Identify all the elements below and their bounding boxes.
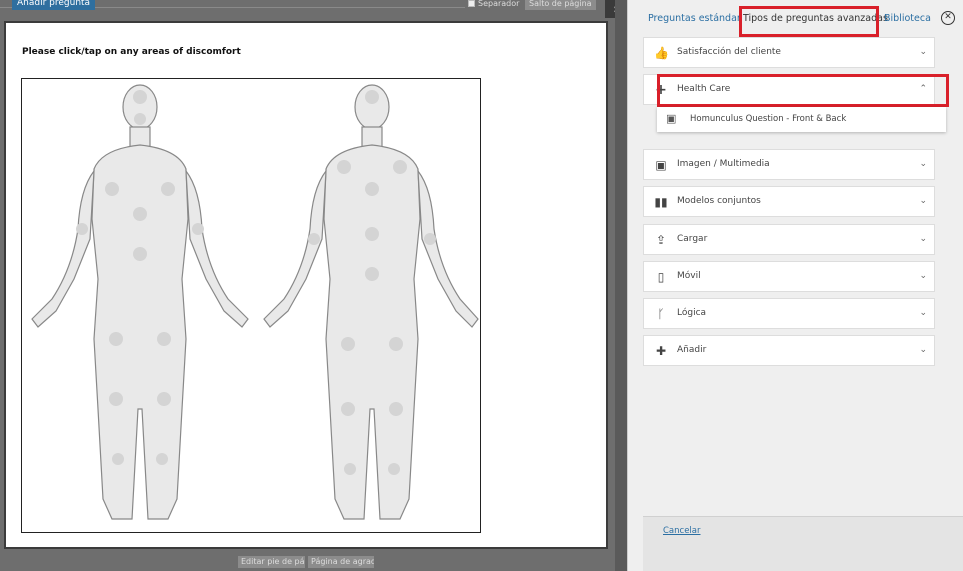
hotspot[interactable]	[192, 223, 204, 235]
body-diagram[interactable]	[22, 79, 480, 532]
hotspot[interactable]	[341, 402, 355, 416]
category-conjoint[interactable]: ▮▮ Modelos conjuntos ⌄	[643, 186, 935, 217]
category-image-multimedia[interactable]: ▣ Imagen / Multimedia ⌄	[643, 149, 935, 180]
chevron-down-icon: ⌄	[919, 308, 927, 318]
edit-footer-button[interactable]: Editar pie de pág	[238, 556, 305, 568]
chevron-down-icon: ⌄	[919, 345, 927, 355]
question-canvas: Please click/tap on any areas of discomf…	[4, 21, 608, 549]
separator-label: Separador	[478, 0, 520, 8]
hotspot[interactable]	[389, 402, 403, 416]
image-icon: ▣	[666, 112, 677, 125]
hotspot[interactable]	[76, 223, 88, 235]
footer-actions: Editar pie de pág Página de agrade	[238, 556, 374, 568]
category-label: Imagen / Multimedia	[677, 159, 770, 169]
front-neck	[129, 126, 151, 148]
chevron-down-icon: ⌄	[919, 159, 927, 169]
category-label: Lógica	[677, 308, 707, 318]
homunculus-image[interactable]	[21, 78, 481, 533]
front-torso-legs[interactable]	[91, 144, 189, 520]
category-logic[interactable]: ᚴ Lógica ⌄	[643, 298, 935, 329]
hotspot[interactable]	[389, 337, 403, 351]
image-icon: ▣	[655, 158, 667, 172]
hotspot[interactable]	[156, 453, 168, 465]
question-title: Please click/tap on any areas of discomf…	[22, 47, 241, 57]
category-customer-satisfaction[interactable]: 👍 Satisfacción del cliente ⌄	[643, 37, 935, 68]
add-thankyou-page-button[interactable]: Página de agrade	[308, 556, 374, 568]
chevron-down-icon: ⌄	[919, 196, 927, 206]
hotspot[interactable]	[393, 160, 407, 174]
health-care-submenu: ▣ Homunculus Question - Front & Back	[657, 107, 946, 132]
hotspot[interactable]	[157, 332, 171, 346]
survey-editor: Añadir pregunta Separador Salto de págin…	[0, 0, 627, 571]
logic-icon: ᚴ	[657, 307, 665, 321]
hotspot[interactable]	[112, 453, 124, 465]
homunculus-question-item[interactable]: Homunculus Question - Front & Back	[690, 114, 846, 124]
hotspot[interactable]	[365, 182, 379, 196]
hotspot[interactable]	[105, 182, 119, 196]
category-label: Satisfacción del cliente	[677, 47, 781, 57]
category-label: Móvil	[677, 271, 701, 281]
category-mobile[interactable]: ▯ Móvil ⌄	[643, 261, 935, 292]
puzzle-icon: ✚	[655, 344, 667, 358]
front-left-arm[interactable]	[185, 169, 249, 328]
back-right-arm[interactable]	[263, 169, 327, 328]
hotspot[interactable]	[365, 227, 379, 241]
panel-tabs: Preguntas estándar Tipos de preguntas av…	[628, 0, 963, 37]
back-torso-legs[interactable]	[323, 144, 421, 520]
hotspot[interactable]	[337, 160, 351, 174]
hotspot[interactable]	[109, 332, 123, 346]
thumbs-up-icon: 👍	[654, 46, 669, 60]
conjoint-icon: ▮▮	[654, 195, 668, 209]
tab-library[interactable]: Biblioteca	[884, 13, 931, 24]
category-add[interactable]: ✚ Añadir ⌄	[643, 335, 935, 366]
close-icon[interactable]: ✕	[941, 11, 955, 25]
category-label: Añadir	[677, 345, 707, 355]
category-label: Cargar	[677, 234, 708, 244]
tab-standard-questions[interactable]: Preguntas estándar	[648, 13, 741, 24]
tab-highlight-box	[739, 6, 879, 37]
cancel-link[interactable]: Cancelar	[663, 526, 701, 536]
add-question-button[interactable]: Añadir pregunta	[12, 0, 96, 10]
page-break-button[interactable]: Salto de página	[525, 0, 596, 10]
question-toolbar: Añadir pregunta Separador Salto de págin…	[0, 0, 615, 10]
chevron-down-icon: ⌄	[919, 234, 927, 244]
category-upload[interactable]: ⇪ Cargar ⌄	[643, 224, 935, 255]
separator-toggle[interactable]: Separador	[468, 0, 519, 8]
hotspot[interactable]	[134, 113, 146, 125]
back-neck	[361, 126, 383, 148]
hotspot[interactable]	[308, 233, 320, 245]
hotspot[interactable]	[133, 247, 147, 261]
panel-footer: Cancelar	[643, 516, 963, 571]
hotspot[interactable]	[365, 267, 379, 281]
chevron-down-icon: ⌄	[919, 47, 927, 57]
hotspot[interactable]	[109, 392, 123, 406]
hotspot[interactable]	[157, 392, 171, 406]
hotspot[interactable]	[133, 90, 147, 104]
upload-icon: ⇪	[655, 233, 667, 247]
hotspot[interactable]	[365, 90, 379, 104]
separator-checkbox[interactable]	[468, 0, 475, 7]
panel-divider	[615, 0, 627, 571]
hotspot[interactable]	[424, 233, 436, 245]
hotspot[interactable]	[341, 337, 355, 351]
category-label: Modelos conjuntos	[677, 196, 761, 206]
health-care-highlight-box	[657, 74, 949, 107]
back-left-arm[interactable]	[417, 169, 479, 328]
chevron-down-icon: ⌄	[919, 271, 927, 281]
mobile-icon: ▯	[657, 270, 665, 284]
hotspot[interactable]	[161, 182, 175, 196]
front-right-arm[interactable]	[31, 169, 95, 328]
hotspot[interactable]	[388, 463, 400, 475]
hotspot[interactable]	[133, 207, 147, 221]
hotspot[interactable]	[344, 463, 356, 475]
